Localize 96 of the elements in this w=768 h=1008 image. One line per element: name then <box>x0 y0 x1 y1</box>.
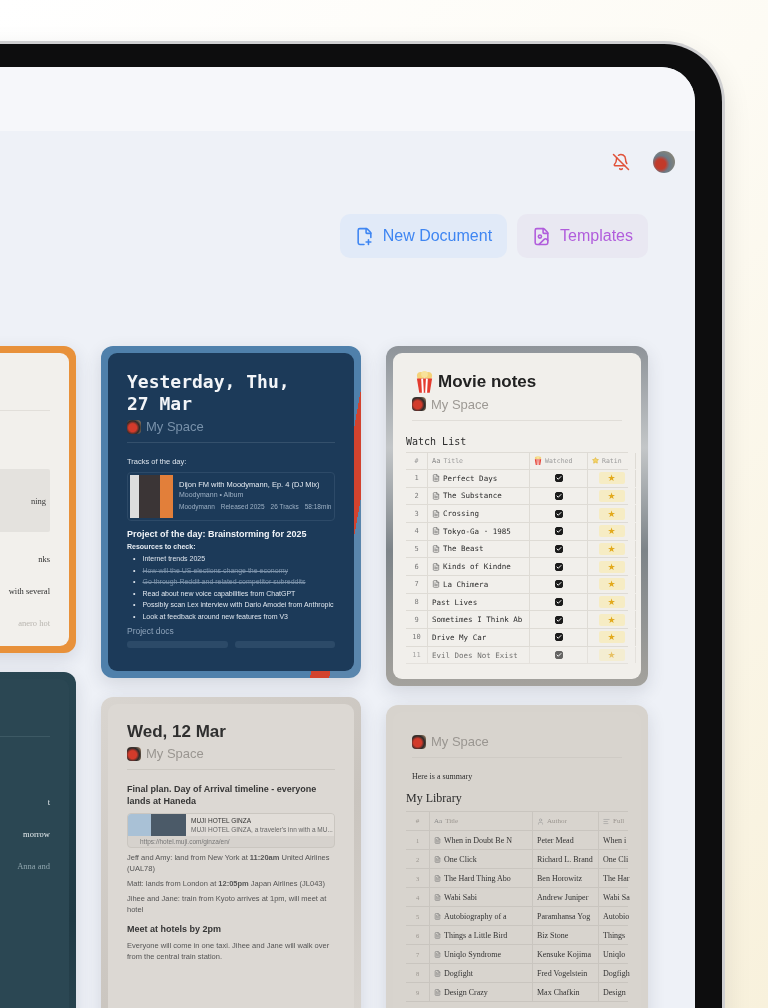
page-icon <box>434 874 441 882</box>
card-title: Yesterday, Thu, 27 Mar <box>127 371 291 415</box>
note-text: nks <box>37 554 50 564</box>
space-name: My Space <box>431 396 489 412</box>
table-cell: Design Crazy <box>430 983 533 1001</box>
checkbox[interactable] <box>554 633 563 642</box>
checkbox[interactable] <box>554 615 563 624</box>
note-text: ning <box>0 469 50 532</box>
space-avatar-icon <box>412 397 426 412</box>
space-name: My Space <box>431 734 489 749</box>
table-cell: Design <box>599 983 641 1001</box>
table-cell: Autobiography of a <box>430 907 533 925</box>
card-title: Wed, 12 Mar <box>127 722 227 742</box>
table-cell: When in Doubt Be N <box>430 831 533 849</box>
picture-file-icon <box>532 226 552 246</box>
note-text: morrow <box>22 829 50 839</box>
page-icon <box>434 912 441 920</box>
table-cell: Things a Little Bird <box>430 926 533 944</box>
rating-tag[interactable]: ★ <box>598 649 625 662</box>
space-avatar-icon <box>412 734 426 749</box>
space-avatar-icon <box>127 746 141 761</box>
card-title: Movie notes <box>438 371 537 392</box>
action-button[interactable]: Templates <box>517 214 648 258</box>
rating-tag[interactable]: ★ <box>598 472 625 485</box>
table-cell: One Click <box>430 850 533 868</box>
table-cell: Uniqlo Syndrome <box>430 945 533 963</box>
section-heading: Project of the day: Brainstorming for 2025 <box>127 529 308 539</box>
table-title: My Library <box>406 791 463 806</box>
new-file-icon <box>354 226 374 246</box>
table-cell: Fred Vogelstein <box>533 964 599 982</box>
table-cell: Autobio <box>599 907 641 925</box>
note-card[interactable]: t morrow Anna and <box>0 672 76 1008</box>
page-icon <box>434 855 441 863</box>
section-heading: Final plan. Day of Arrival timeline - everyone lands at Haneda <box>127 784 318 807</box>
table-cell: Kensuke Kojima <box>533 945 599 963</box>
page-icon <box>434 893 441 901</box>
table-cell: Biz Stone <box>533 926 599 944</box>
page-icon <box>434 950 441 958</box>
table-cell: Dogfight <box>430 964 533 982</box>
action-button[interactable]: New Document <box>339 214 508 258</box>
table-cell: Uniqlo <box>599 945 641 963</box>
table-cell: Paramhansa Yog <box>533 907 599 925</box>
page-icon <box>434 836 441 844</box>
checkbox[interactable] <box>554 491 563 500</box>
rating-tag[interactable]: ★ <box>598 578 625 591</box>
table-cell: Wabi Sabi <box>430 888 533 906</box>
page-icon <box>434 988 441 996</box>
table-title: Watch List <box>406 435 468 447</box>
note-text: t <box>46 797 50 807</box>
note-text: Anna and <box>16 861 50 871</box>
rating-tag[interactable]: ★ <box>598 489 625 502</box>
photo-placeholder <box>128 814 186 836</box>
section-heading: Project docs <box>127 626 175 636</box>
table-cell: The Hard Thing Abo <box>430 869 533 887</box>
table-cell: One Cli <box>599 850 641 868</box>
table-cell: Peter Mead <box>533 831 599 849</box>
rating-tag[interactable]: ★ <box>598 542 625 555</box>
table-cell: Richard L. Brand <box>533 850 599 868</box>
rating-tag[interactable]: ★ <box>598 613 625 626</box>
checkbox[interactable] <box>554 562 563 571</box>
table-cell: Max Chafkin <box>533 983 599 1001</box>
popcorn-icon <box>415 371 434 393</box>
section-heading: Meet at hotels by 2pm <box>127 924 223 936</box>
space-name: My Space <box>146 746 204 761</box>
table-cell: Things <box>599 926 641 944</box>
album-art-placeholder <box>130 475 173 518</box>
rating-tag[interactable]: ★ <box>598 631 625 644</box>
muted-bell-icon[interactable] <box>612 153 630 171</box>
table-cell: Ben Horowitz <box>533 869 599 887</box>
person-icon <box>537 817 544 825</box>
rating-tag[interactable]: ★ <box>598 560 625 573</box>
checkbox[interactable] <box>554 580 563 589</box>
checkbox[interactable] <box>554 544 563 553</box>
star-icon <box>592 457 599 465</box>
checkbox[interactable] <box>554 527 563 536</box>
checkbox[interactable] <box>554 474 563 483</box>
lines-icon <box>603 817 610 825</box>
table-cell: When i <box>599 831 641 849</box>
page-icon <box>434 969 441 977</box>
space-name: My Space <box>146 419 204 434</box>
checkbox[interactable] <box>554 651 563 660</box>
space-avatar-icon <box>127 419 141 434</box>
page-icon <box>434 931 441 939</box>
rating-tag[interactable]: ★ <box>598 507 625 520</box>
checkbox[interactable] <box>554 598 563 606</box>
checkbox[interactable] <box>554 509 563 518</box>
rating-tag[interactable]: ★ <box>598 596 625 608</box>
popcorn-icon <box>534 456 542 466</box>
table-cell: The Har <box>599 869 641 887</box>
summary-text: Here is a summary <box>412 772 474 781</box>
table-cell: Dogfigh <box>599 964 641 982</box>
note-text: with several <box>7 586 50 596</box>
user-avatar[interactable] <box>653 151 675 173</box>
table-cell: Andrew Juniper <box>533 888 599 906</box>
rating-tag[interactable]: ★ <box>598 525 625 538</box>
table-cell: Wabi Sa <box>599 888 641 906</box>
